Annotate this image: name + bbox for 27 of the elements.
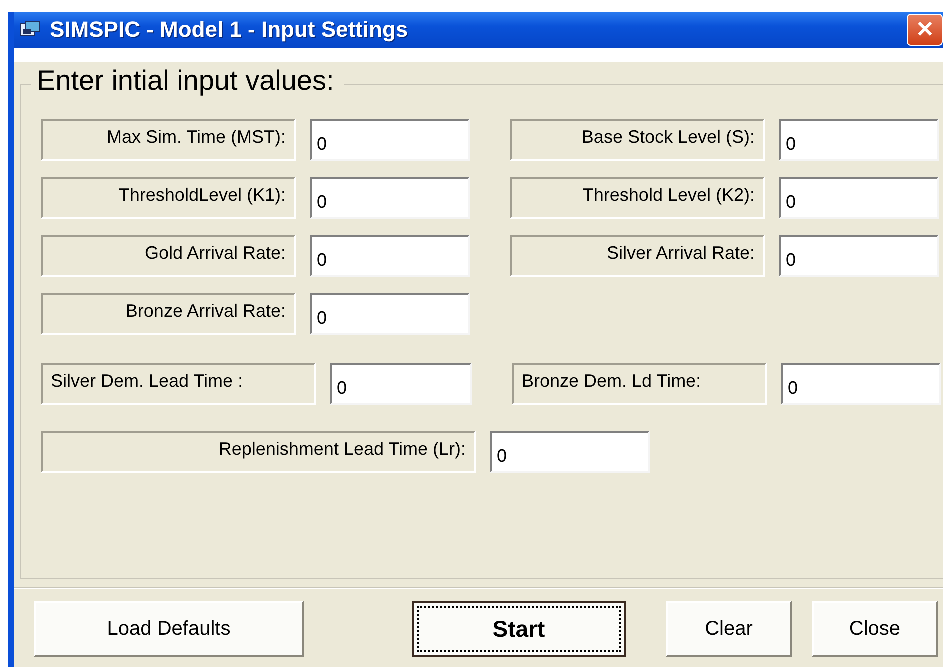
input-field[interactable]: 0 xyxy=(490,431,650,473)
field-label: ThresholdLevel (K1): xyxy=(41,177,296,219)
field-label: Bronze Arrival Rate: xyxy=(41,293,296,335)
field-label: Silver Arrival Rate: xyxy=(510,235,765,277)
dialog-button[interactable]: Close xyxy=(812,601,938,657)
input-field[interactable]: 0 xyxy=(779,119,939,161)
app-icon xyxy=(20,21,42,39)
dialog-button[interactable]: Clear xyxy=(666,601,792,657)
input-field[interactable]: 0 xyxy=(310,177,470,219)
close-button[interactable]: ✕ xyxy=(907,14,943,46)
field-label: Gold Arrival Rate: xyxy=(41,235,296,277)
field-label: Max Sim. Time (MST): xyxy=(41,119,296,161)
input-field[interactable]: 0 xyxy=(779,235,939,277)
field-label: Threshold Level (K2): xyxy=(510,177,765,219)
input-field[interactable]: 0 xyxy=(310,119,470,161)
field-label: Replenishment Lead Time (Lr): xyxy=(41,431,476,473)
dialog-button[interactable]: Load Defaults xyxy=(34,601,304,657)
input-field[interactable]: 0 xyxy=(779,177,939,219)
input-field[interactable]: 0 xyxy=(310,293,470,335)
dialog-button[interactable]: Start xyxy=(412,601,626,657)
field-label: Base Stock Level (S): xyxy=(510,119,765,161)
field-label: Bronze Dem. Ld Time: xyxy=(512,363,767,405)
window-title: SIMSPIC - Model 1 - Input Settings xyxy=(50,17,410,43)
input-field[interactable]: 0 xyxy=(781,363,941,405)
input-field[interactable]: 0 xyxy=(330,363,472,405)
field-label: Silver Dem. Lead Time : xyxy=(41,363,316,405)
input-field[interactable]: 0 xyxy=(310,235,470,277)
